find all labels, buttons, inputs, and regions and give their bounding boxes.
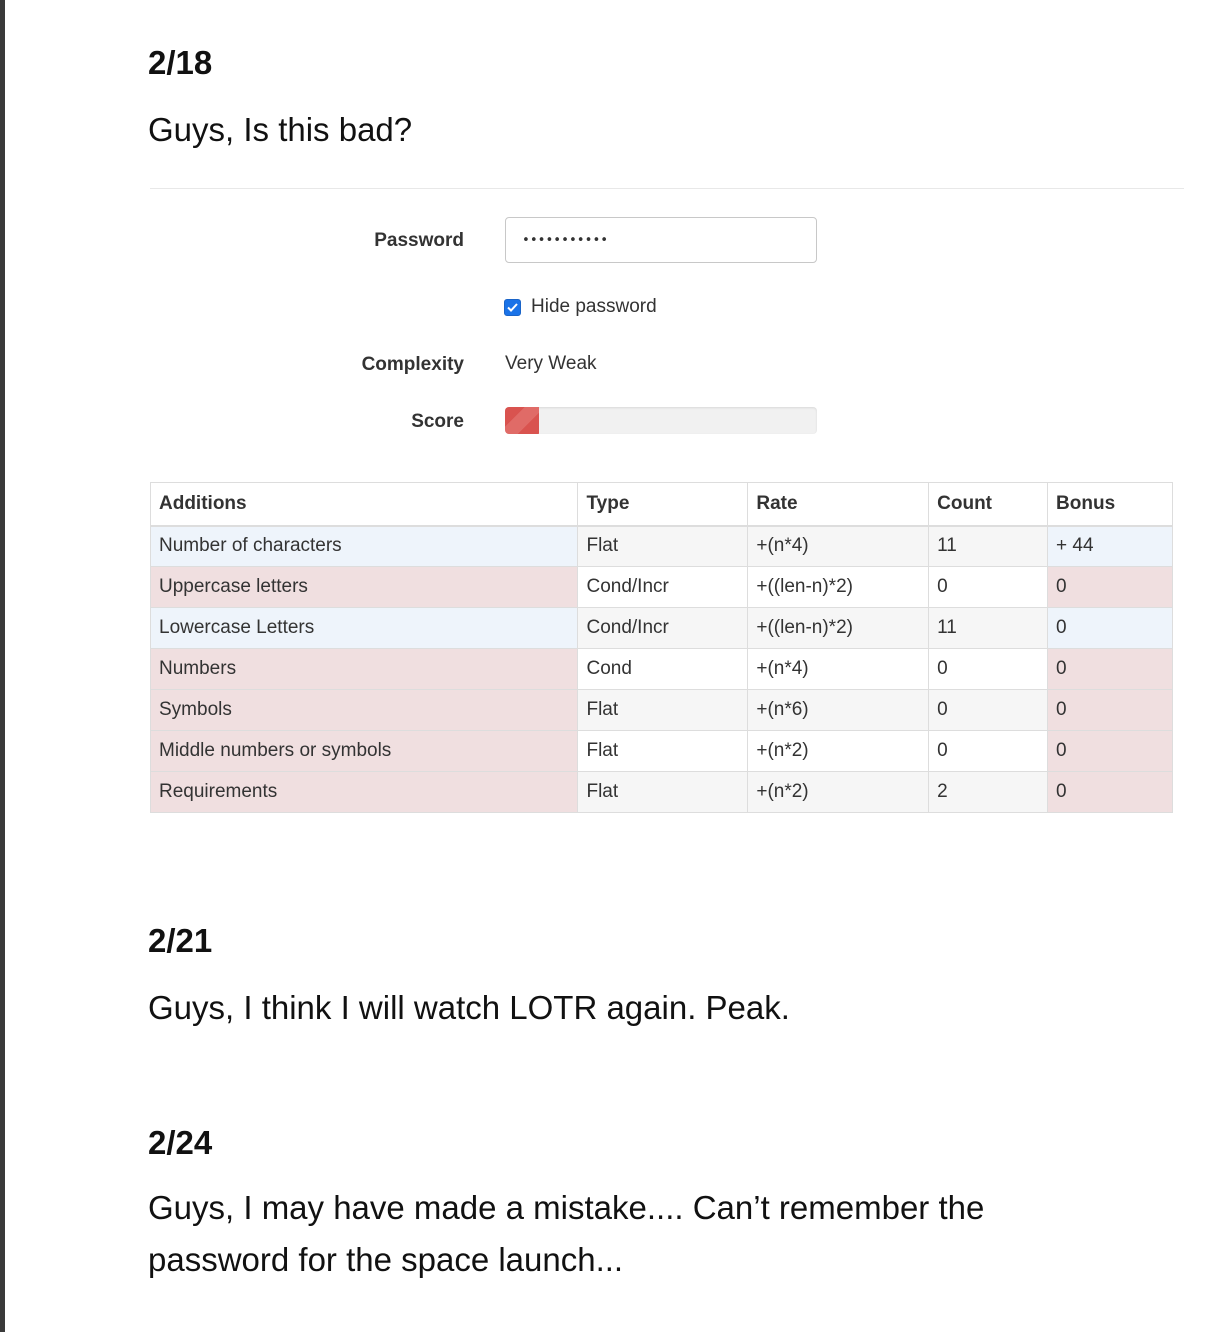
checkbox-checked-icon[interactable] <box>504 298 521 316</box>
column-header-count: Count <box>928 482 1049 527</box>
table-cell: +(n*2) <box>747 771 930 813</box>
table-cell: +((len-n)*2) <box>747 566 930 608</box>
post-date-1: 2/18 <box>148 44 213 81</box>
table-cell: Cond <box>577 648 749 690</box>
table-cell: 0 <box>928 689 1049 731</box>
table-cell: Cond/Incr <box>577 607 749 649</box>
table-cell: Lowercase Letters <box>149 607 579 649</box>
table-cell: Flat <box>577 771 749 813</box>
section-divider <box>150 188 1184 189</box>
table-row: Numbers Cond +(n*4) 0 0 <box>149 648 1173 690</box>
table-cell: Symbols <box>149 689 579 731</box>
table-header-row: Additions Type Rate Count Bonus <box>149 482 1173 527</box>
column-header-rate: Rate <box>747 482 930 527</box>
table-cell: 11 <box>928 525 1049 567</box>
table-cell: +((len-n)*2) <box>747 607 930 649</box>
table-cell: Flat <box>577 689 749 731</box>
table-cell: 2 <box>928 771 1049 813</box>
table-cell: 0 <box>1047 648 1173 690</box>
table-cell: 0 <box>928 730 1049 772</box>
hide-password-label: Hide password <box>531 296 657 317</box>
table-row: Requirements Flat +(n*2) 2 0 <box>149 771 1173 813</box>
table-cell: + 44 <box>1047 525 1173 567</box>
post-date-2: 2/21 <box>148 922 213 959</box>
password-input[interactable] <box>505 217 817 263</box>
table-cell: +(n*2) <box>747 730 930 772</box>
table-row: Symbols Flat +(n*6) 0 0 <box>149 689 1173 731</box>
score-progress-bar <box>505 407 817 434</box>
table-cell: Numbers <box>149 648 579 690</box>
table-row: Lowercase Letters Cond/Incr +((len-n)*2) 11… <box>149 607 1173 649</box>
table-cell: Uppercase letters <box>149 566 579 608</box>
table-cell: 0 <box>1047 689 1173 731</box>
table-cell: +(n*4) <box>747 525 930 567</box>
column-header-bonus: Bonus <box>1047 482 1173 527</box>
table-cell: Middle numbers or symbols <box>149 730 579 772</box>
post-text-2: Guys, I think I will watch LOTR again. P… <box>148 989 790 1026</box>
table-cell: 0 <box>1047 566 1173 608</box>
table-cell: Number of characters <box>149 525 579 567</box>
window-left-edge <box>0 0 5 1332</box>
table-row: Middle numbers or symbols Flat +(n*2) 0 0 <box>149 730 1173 772</box>
table-row: Number of characters Flat +(n*4) 11 + 44 <box>149 525 1173 567</box>
table-cell: +(n*4) <box>747 648 930 690</box>
score-progress-fill <box>505 407 540 434</box>
table-cell: 0 <box>928 566 1049 608</box>
table-cell: 11 <box>928 607 1049 649</box>
column-header-additions: Additions <box>149 482 579 527</box>
table-cell: 0 <box>1047 730 1173 772</box>
score-label: Score <box>411 411 464 432</box>
table-cell: 0 <box>928 648 1049 690</box>
table-row: Uppercase letters Cond/Incr +((len-n)*2) 0 0 <box>149 566 1173 608</box>
table-cell: Flat <box>577 525 749 567</box>
table-cell: 0 <box>1047 771 1173 813</box>
post-date-3: 2/24 <box>148 1124 213 1161</box>
table-cell: Requirements <box>149 771 579 813</box>
table-cell: +(n*6) <box>747 689 930 731</box>
complexity-value: Very Weak <box>505 353 597 374</box>
column-header-type: Type <box>577 482 749 527</box>
password-label: Password <box>374 230 464 251</box>
table-cell: Flat <box>577 730 749 772</box>
post-text-3: Guys, I may have made a mistake.... Can’… <box>148 1189 985 1278</box>
complexity-label: Complexity <box>361 354 464 375</box>
table-cell: 0 <box>1047 607 1173 649</box>
post-text-1: Guys, Is this bad? <box>148 111 413 148</box>
table-cell: Cond/Incr <box>577 566 749 608</box>
additions-table: Additions Type Rate Count Bonus Number o… <box>149 482 1173 813</box>
hide-password-toggle[interactable]: Hide password <box>504 296 657 318</box>
